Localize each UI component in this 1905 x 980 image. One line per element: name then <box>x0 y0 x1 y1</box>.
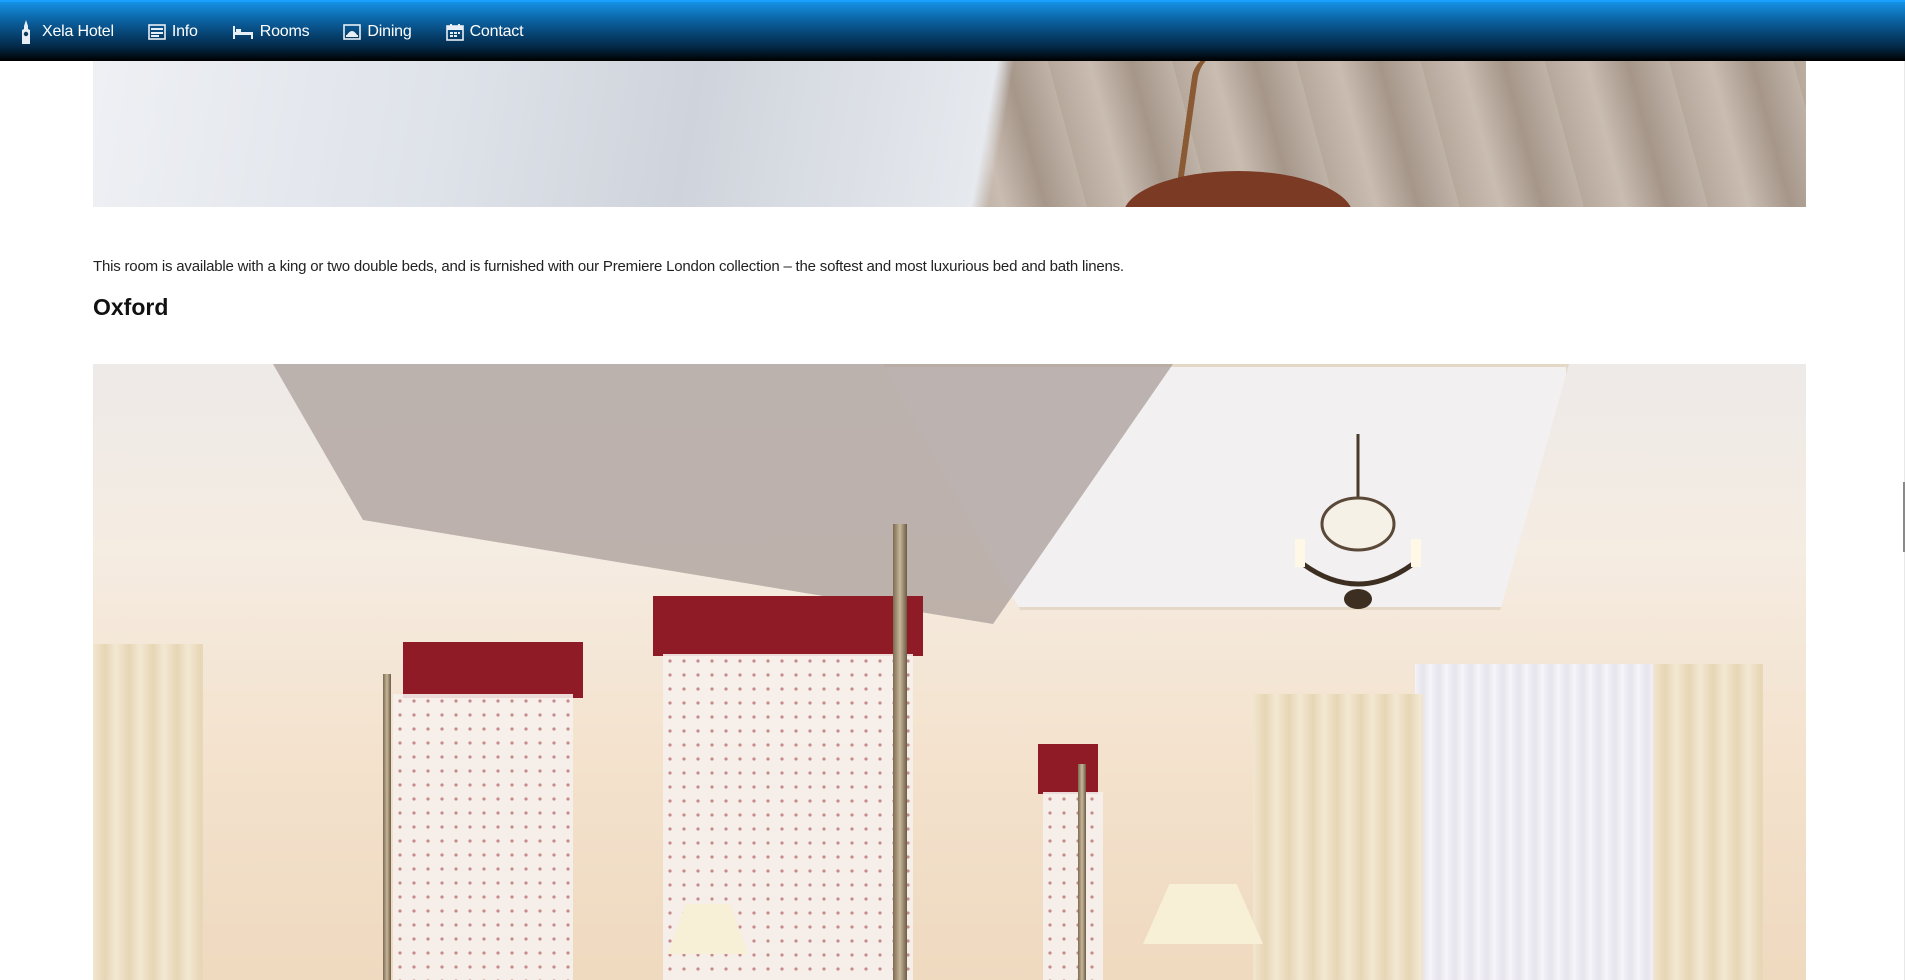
bed-icon <box>232 25 253 39</box>
dining-icon <box>343 23 362 40</box>
photo-curtain-right-b <box>1653 664 1763 980</box>
photo-canopy-right <box>1038 744 1098 794</box>
photo-window <box>1415 664 1665 980</box>
previous-room-photo <box>93 61 1806 207</box>
info-icon <box>148 23 166 40</box>
photo-curtain-left <box>93 644 203 980</box>
nav-brand-label: Xela Hotel <box>42 22 114 40</box>
nav-item-rooms-label: Rooms <box>259 22 310 40</box>
nav-item-contact-label: Contact <box>469 22 524 40</box>
big-ben-icon <box>22 19 30 44</box>
photo-chandelier <box>1295 434 1421 609</box>
photo-canopy-center <box>653 596 923 656</box>
oxford-room-photo <box>93 364 1806 980</box>
room-title: Oxford <box>93 294 169 320</box>
nav-item-rooms[interactable]: Rooms <box>232 23 310 41</box>
nav-item-info-label: Info <box>171 22 198 40</box>
nav-brand-link[interactable]: Xela Hotel <box>20 19 114 44</box>
nav-item-info[interactable]: Info <box>148 23 198 41</box>
photo-table-detail <box>1123 171 1353 207</box>
photo-bed-post-right <box>1078 764 1086 980</box>
nav-item-dining[interactable]: Dining <box>343 22 412 41</box>
photo-lamp-right <box>1143 884 1263 944</box>
photo-sheer-left <box>393 694 573 980</box>
calendar-icon <box>445 23 464 41</box>
photo-sheer-right <box>1043 792 1103 980</box>
photo-bed-post-left <box>383 674 391 980</box>
top-navbar: Xela Hotel Info Rooms Dining Contact <box>0 0 1905 61</box>
room-description: This room is available with a king or tw… <box>93 258 1124 275</box>
photo-canopy-left <box>403 642 583 698</box>
photo-curtain-right-a <box>1253 694 1423 980</box>
nav-item-dining-label: Dining <box>367 22 412 40</box>
nav-item-contact[interactable]: Contact <box>445 22 524 41</box>
photo-bed-post-main <box>893 524 907 980</box>
